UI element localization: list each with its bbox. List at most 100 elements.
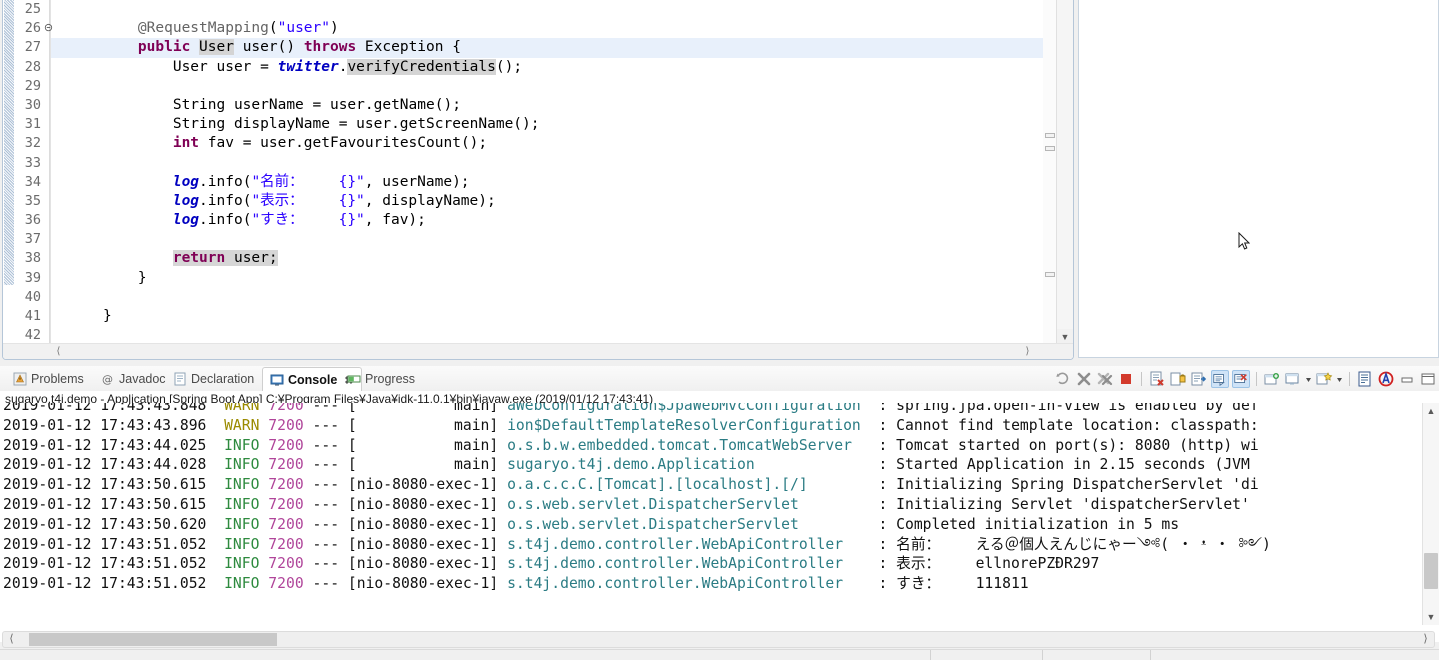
line-number-row[interactable]: 30	[3, 96, 50, 115]
console-output[interactable]: 2019-01-12 17:43:43.848 WARN 7200 --- [ …	[0, 403, 1439, 642]
console-vertical-scrollbar[interactable]: ▲ ▼	[1422, 403, 1439, 625]
line-number-gutter[interactable]: 25 26 ⊝ 27 28 29 30 31 32 33 34 35 36 37 38 39 40 41 42	[3, 0, 53, 345]
code-line[interactable]: @RequestMapping("user")	[51, 19, 1073, 38]
editor-overview-ruler[interactable]	[1043, 0, 1057, 345]
line-number-row[interactable]: 36	[3, 211, 50, 230]
display-selected-console-icon[interactable]	[1211, 369, 1229, 388]
line-number-row[interactable]: 39	[3, 269, 50, 288]
tab-javadoc[interactable]: @ Javadoc	[94, 368, 173, 390]
log-sep: --- [	[303, 495, 357, 513]
code-line[interactable]: }	[51, 307, 1073, 326]
editor-horizontal-scrollbar[interactable]: ⟨ ⟩	[3, 343, 1073, 359]
log-sep: :	[878, 575, 897, 593]
open-console-icon[interactable]	[1263, 370, 1281, 388]
chevron-down-icon[interactable]	[1336, 370, 1343, 388]
tab-problems[interactable]: Problems	[6, 368, 91, 390]
log-logger: s.t4j.demo.controller.WebApiController	[507, 575, 879, 593]
terminate-icon[interactable]	[1117, 370, 1135, 388]
code-line[interactable]: int fav = user.getFavouritesCount();	[51, 134, 1073, 153]
minimize-icon[interactable]	[1398, 370, 1416, 388]
code-lines-container[interactable]: @RequestMapping("user") public User user…	[50, 0, 1073, 345]
log-space	[259, 437, 268, 454]
code-line[interactable]	[51, 154, 1073, 173]
line-number-row[interactable]: 37	[3, 230, 50, 249]
code-text: @RequestMapping("user")	[137, 20, 339, 37]
line-number-row[interactable]: 33	[3, 154, 50, 173]
pin-console-icon[interactable]	[1232, 369, 1250, 388]
find-replace-icon[interactable]	[1377, 370, 1395, 388]
terminate-all-icon[interactable]	[1054, 370, 1072, 388]
scrollbar-thumb[interactable]	[29, 633, 277, 646]
code-text: String displayName = user.getScreenName(…	[103, 116, 540, 133]
code-line[interactable]: String userName = user.getName();	[51, 96, 1073, 115]
tab-progress[interactable]: Progress	[340, 368, 422, 390]
chevron-down-icon[interactable]	[1305, 370, 1312, 388]
scroll-lock-icon[interactable]	[1169, 370, 1187, 388]
overview-marker[interactable]	[1045, 133, 1055, 138]
line-number-row[interactable]: 32	[3, 134, 50, 153]
console-horizontal-scrollbar[interactable]: ⟨ ⟩	[2, 631, 1435, 648]
log-logger: sugaryo.t4j.demo.Application	[507, 456, 879, 474]
console-log-line: 2019-01-12 17:43:51.052 INFO 7200 --- [n…	[0, 554, 1439, 574]
line-number: 37	[24, 231, 41, 248]
line-number-row[interactable]: 38	[3, 249, 50, 268]
line-number-row[interactable]: 25	[3, 0, 50, 19]
scroll-up-arrow-icon[interactable]: ▲	[1423, 403, 1439, 419]
log-message: spring.jpa.open-in-view is enabled by de…	[896, 403, 1259, 414]
code-line[interactable]: String displayName = user.getScreenName(…	[51, 115, 1073, 134]
code-line[interactable]	[51, 77, 1073, 96]
line-number-row[interactable]: 35	[3, 192, 50, 211]
overview-marker[interactable]	[1045, 146, 1055, 151]
line-number-row[interactable]: 27	[3, 38, 50, 57]
code-line[interactable]: }	[51, 269, 1073, 288]
log-timestamp: 2019-01-12 17:43:43.896	[3, 416, 225, 434]
code-line[interactable]: return user;	[51, 249, 1073, 268]
display-console-icon[interactable]	[1284, 370, 1302, 388]
line-number-row[interactable]: 29	[3, 77, 50, 96]
log-logger: aWebConfiguration$JpaWebMvcConfiguration	[507, 403, 879, 414]
scrollbar-thumb[interactable]	[1424, 553, 1438, 589]
word-wrap-icon[interactable]	[1356, 370, 1374, 388]
code-line[interactable]	[51, 288, 1073, 307]
line-number-row[interactable]: 40	[3, 288, 50, 307]
tab-declaration[interactable]: Declaration	[166, 368, 261, 390]
remove-all-terminated-icon[interactable]	[1096, 370, 1114, 388]
code-line[interactable]: public User user() throws Exception {	[51, 38, 1073, 58]
fold-collapse-icon[interactable]: ⊝	[43, 23, 54, 34]
clear-console-icon[interactable]	[1148, 370, 1166, 388]
code-text: log.info("すき： {}", fav);	[172, 212, 426, 229]
log-space	[259, 456, 268, 473]
maximize-icon[interactable]	[1419, 370, 1437, 388]
editor-vertical-scrollbar[interactable]: ▼	[1056, 0, 1073, 345]
console-icon	[270, 373, 284, 387]
log-space	[259, 536, 268, 553]
scroll-right-arrow-icon[interactable]: ⟩	[1020, 344, 1035, 359]
log-sep: ]	[489, 476, 508, 494]
line-number-row[interactable]: 31	[3, 115, 50, 134]
line-number-row[interactable]: 26 ⊝	[3, 19, 53, 38]
line-number-row[interactable]: 28	[3, 58, 50, 77]
scroll-left-arrow-icon[interactable]: ⟨	[51, 344, 66, 359]
code-line[interactable]: log.info("表示： {}", displayName);	[51, 192, 1073, 211]
log-timestamp: 2019-01-12 17:43:51.052	[3, 535, 225, 553]
code-text: int fav = user.getFavouritesCount();	[172, 135, 488, 152]
code-line[interactable]	[51, 0, 1073, 19]
overview-marker[interactable]	[1045, 272, 1055, 277]
scroll-right-arrow-icon[interactable]: ⟩	[1418, 632, 1433, 647]
code-line[interactable]: User user = twitter.verifyCredentials();	[51, 58, 1073, 77]
line-number-row[interactable]: 34	[3, 173, 50, 192]
line-number-row[interactable]: 41	[3, 307, 50, 326]
log-thread: main	[356, 456, 490, 474]
right-editor-panel[interactable]	[1078, 0, 1439, 358]
show-console-on-output-icon[interactable]	[1190, 370, 1208, 388]
eclipse-ide-window: @RequestMapping("user") public User user…	[0, 0, 1439, 660]
new-console-view-icon[interactable]	[1315, 370, 1333, 388]
log-thread: nio-8080-exec-1	[356, 575, 490, 593]
code-line[interactable]: log.info("名前： {}", userName);	[51, 173, 1073, 192]
log-thread: main	[356, 416, 490, 434]
remove-launch-icon[interactable]	[1075, 370, 1093, 388]
code-line[interactable]: log.info("すき： {}", fav);	[51, 211, 1073, 230]
scroll-left-arrow-icon[interactable]: ⟨	[4, 632, 19, 647]
scroll-down-arrow-icon[interactable]: ▼	[1423, 609, 1439, 625]
code-line[interactable]	[51, 230, 1073, 249]
